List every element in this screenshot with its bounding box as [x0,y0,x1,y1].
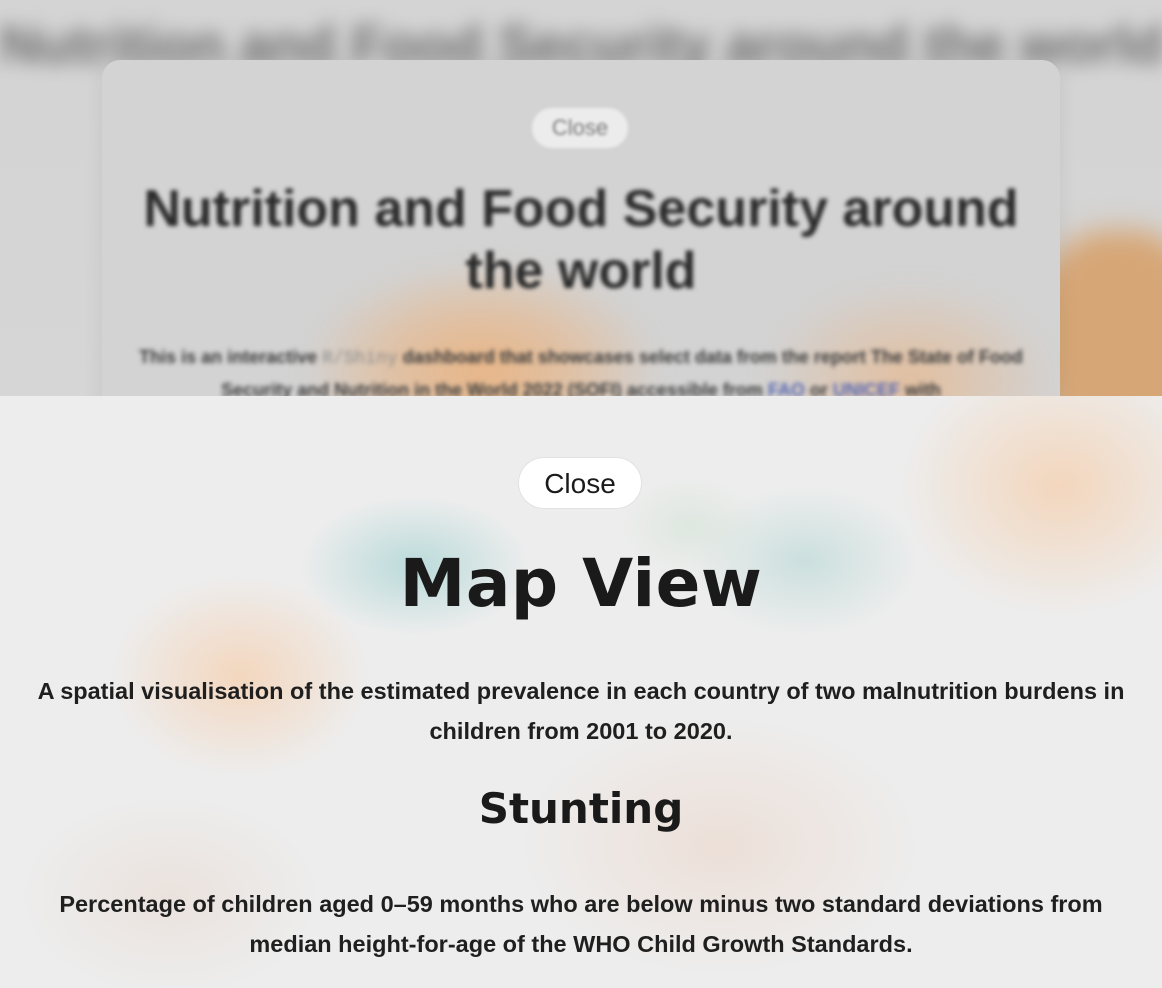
map-view-modal: Close Map View A spatial visualisation o… [0,396,1162,988]
close-button[interactable]: Close [518,457,642,509]
screen: Nutrition and Food Security around the w… [0,0,1162,988]
background-modal-title: Nutrition and Food Security around the w… [143,180,1019,300]
background-close-button: Close [532,108,628,148]
modal-title: Map View [399,545,763,622]
stunting-definition: Percentage of children aged 0–59 months … [59,891,1103,957]
section-title-stunting: Stunting [478,784,684,833]
intro-code: R/Shiny [322,349,398,369]
modal-description: A spatial visualisation of the estimated… [37,678,1125,744]
intro-text-start: This is an interactive [139,347,318,367]
